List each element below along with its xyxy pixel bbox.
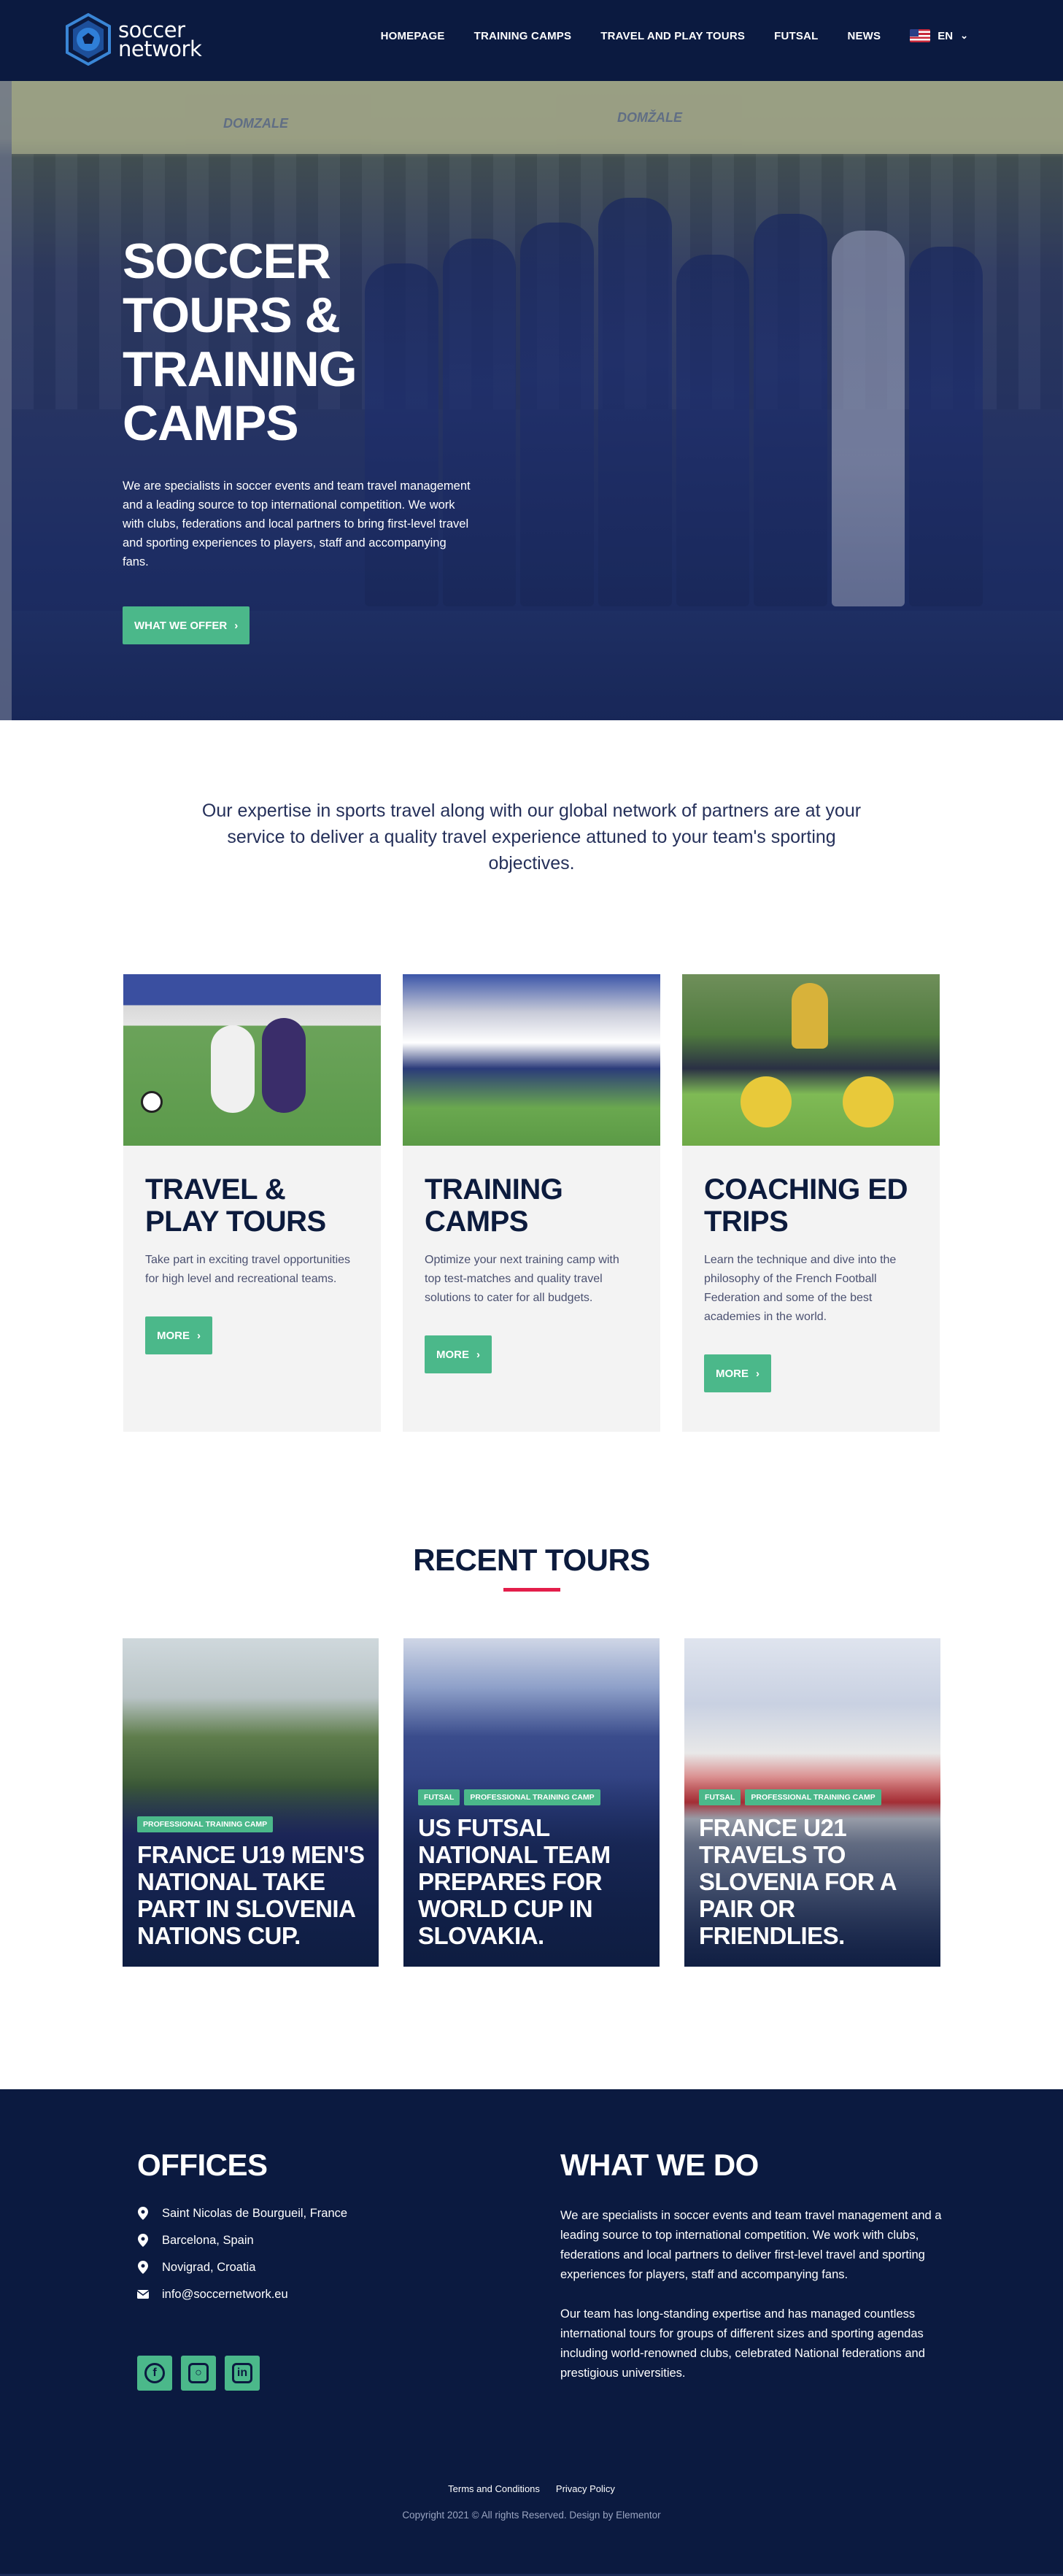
card-text: Learn the technique and dive into the ph… xyxy=(704,1254,897,1323)
offices-column: OFFICES Saint Nicolas de Bourgueil, Fran… xyxy=(137,2148,502,2391)
card-text: Optimize your next training camp with to… xyxy=(425,1254,619,1304)
card-body: COACHING ED TRIPS Learn the technique an… xyxy=(682,1146,940,1392)
hero-description: We are specialists in soccer events and … xyxy=(123,479,471,568)
site-header: soccer network HOMEPAGE TRAINING CAMPS T… xyxy=(0,0,1063,81)
services-section: TRAVEL & PLAY TOURS Take part in excitin… xyxy=(0,974,1063,1432)
what-we-offer-button[interactable]: WHAT WE OFFER › xyxy=(123,606,250,644)
card-title: TRAINING CAMPS xyxy=(425,1173,563,1238)
linkedin-icon: in xyxy=(232,2363,252,2383)
tour-card[interactable]: FUTSAL PROFESSIONAL TRAINING CAMP FRANCE… xyxy=(684,1638,940,1967)
main-nav: HOMEPAGE TRAINING CAMPS TRAVEL AND PLAY … xyxy=(381,29,968,42)
tag-futsal[interactable]: FUTSAL xyxy=(699,1789,741,1805)
recent-tours-title: RECENT TOURS xyxy=(413,1543,650,1577)
nav-futsal[interactable]: FUTSAL xyxy=(774,30,818,42)
tour-content: PROFESSIONAL TRAINING CAMP FRANCE U19 ME… xyxy=(137,1816,366,1949)
hero-title: SOCCER TOURS & TRAINING CAMPS xyxy=(123,234,357,451)
tour-title[interactable]: US FUTSAL NATIONAL TEAM PREPARES FOR WOR… xyxy=(418,1814,646,1949)
tour-tags: FUTSAL PROFESSIONAL TRAINING CAMP xyxy=(699,1789,927,1805)
tour-title[interactable]: FRANCE U19 MEN'S NATIONAL TAKE PART IN S… xyxy=(137,1841,366,1949)
title-underline xyxy=(503,1588,560,1592)
privacy-link[interactable]: Privacy Policy xyxy=(556,2483,615,2494)
list-item: Saint Nicolas de Bourgueil, France xyxy=(137,2206,502,2221)
facebook-icon: f xyxy=(144,2363,165,2383)
office-list: Saint Nicolas de Bourgueil, France Barce… xyxy=(137,2206,502,2302)
what-we-do-title: WHAT WE DO xyxy=(560,2148,759,2182)
hero-section: DOMZALE DOMŽALE SOCCER TOURS & TRAINING … xyxy=(0,81,1063,720)
instagram-button[interactable]: ○ xyxy=(181,2356,216,2391)
nav-news[interactable]: NEWS xyxy=(847,30,881,42)
service-card-training-camps: TRAINING CAMPS Optimize your next traini… xyxy=(403,974,660,1432)
footer-links: Terms and Conditions Privacy Policy xyxy=(0,2483,1063,2494)
star-figure xyxy=(741,1076,792,1127)
tours-grid: PROFESSIONAL TRAINING CAMP FRANCE U19 ME… xyxy=(0,1638,1063,1967)
tag-professional-training-camp[interactable]: PROFESSIONAL TRAINING CAMP xyxy=(137,1816,274,1832)
site-footer: OFFICES Saint Nicolas de Bourgueil, Fran… xyxy=(0,2089,1063,2576)
travel-play-image xyxy=(123,974,381,1146)
list-item: Novigrad, Croatia xyxy=(137,2260,502,2275)
nav-training-camps[interactable]: TRAINING CAMPS xyxy=(474,30,572,42)
email-link[interactable]: info@soccernetwork.eu xyxy=(162,2287,288,2302)
chevron-right-icon: › xyxy=(234,619,239,632)
player-figure xyxy=(262,1018,306,1113)
card-text: Take part in exciting travel opportuniti… xyxy=(145,1254,351,1285)
coaching-ed-image xyxy=(682,974,940,1146)
what-we-do-paragraph: Our team has long-standing expertise and… xyxy=(560,2307,925,2380)
us-flag-icon xyxy=(910,29,931,42)
list-item: Barcelona, Spain xyxy=(137,2233,502,2248)
site-logo[interactable]: soccer network xyxy=(66,13,202,66)
map-pin-icon xyxy=(137,2234,149,2247)
chevron-down-icon: ⌄ xyxy=(960,30,968,41)
more-button[interactable]: MORE › xyxy=(704,1354,771,1392)
soccer-ball-icon xyxy=(141,1091,163,1113)
star-figure xyxy=(843,1076,894,1127)
soccer-ball-shield-icon xyxy=(66,13,111,66)
card-title: TRAVEL & PLAY TOURS xyxy=(145,1173,326,1238)
tour-card[interactable]: FUTSAL PROFESSIONAL TRAINING CAMP US FUT… xyxy=(403,1638,660,1967)
chevron-right-icon: › xyxy=(476,1348,480,1361)
language-selector[interactable]: EN ⌄ xyxy=(910,29,968,42)
player-figure xyxy=(211,1025,255,1113)
more-button[interactable]: MORE › xyxy=(425,1335,492,1373)
social-links: f ○ in xyxy=(137,2356,502,2391)
linkedin-button[interactable]: in xyxy=(225,2356,260,2391)
logo-wordmark: soccer network xyxy=(118,18,202,61)
chevron-right-icon: › xyxy=(756,1367,759,1380)
card-body: TRAINING CAMPS Optimize your next traini… xyxy=(403,1146,660,1373)
map-pin-icon xyxy=(137,2207,149,2220)
nav-travel-and-play-tours[interactable]: TRAVEL AND PLAY TOURS xyxy=(600,30,745,42)
more-button[interactable]: MORE › xyxy=(145,1316,212,1354)
service-card-travel-play: TRAVEL & PLAY TOURS Take part in excitin… xyxy=(123,974,381,1432)
tour-tags: FUTSAL PROFESSIONAL TRAINING CAMP xyxy=(418,1789,646,1805)
tour-content: FUTSAL PROFESSIONAL TRAINING CAMP FRANCE… xyxy=(699,1789,927,1949)
copyright-text: Copyright 2021 © All rights Reserved. De… xyxy=(402,2510,661,2521)
offices-title: OFFICES xyxy=(137,2148,268,2182)
tour-tags: PROFESSIONAL TRAINING CAMP xyxy=(137,1816,366,1832)
recent-tours-section: RECENT TOURS PROFESSIONAL TRAINING CAMP … xyxy=(0,1543,1063,1967)
list-item: info@soccernetwork.eu xyxy=(137,2287,502,2302)
intro-section: Our expertise in sports travel along wit… xyxy=(0,720,1063,876)
nav-homepage[interactable]: HOMEPAGE xyxy=(381,30,445,42)
tour-content: FUTSAL PROFESSIONAL TRAINING CAMP US FUT… xyxy=(418,1789,646,1949)
tag-professional-training-camp[interactable]: PROFESSIONAL TRAINING CAMP xyxy=(745,1789,881,1805)
envelope-icon xyxy=(137,2290,149,2299)
map-pin-icon xyxy=(137,2261,149,2274)
card-body: TRAVEL & PLAY TOURS Take part in excitin… xyxy=(123,1146,381,1354)
hero-content: SOCCER TOURS & TRAINING CAMPS We are spe… xyxy=(123,234,473,644)
intro-text: Our expertise in sports travel along wit… xyxy=(201,801,862,874)
facebook-button[interactable]: f xyxy=(137,2356,172,2391)
chevron-right-icon: › xyxy=(197,1329,201,1342)
trophy-figure xyxy=(792,983,828,1049)
language-label: EN xyxy=(938,29,954,42)
instagram-icon: ○ xyxy=(188,2363,209,2383)
terms-link[interactable]: Terms and Conditions xyxy=(448,2483,540,2494)
training-camps-image xyxy=(403,974,660,1146)
what-we-do-column: WHAT WE DO We are specialists in soccer … xyxy=(560,2148,947,2383)
tour-title[interactable]: FRANCE U21 TRAVELS TO SLOVENIA FOR A PAI… xyxy=(699,1814,927,1949)
tag-futsal[interactable]: FUTSAL xyxy=(418,1789,460,1805)
card-title: COACHING ED TRIPS xyxy=(704,1173,908,1238)
service-card-coaching-ed: COACHING ED TRIPS Learn the technique an… xyxy=(682,974,940,1432)
tour-card[interactable]: PROFESSIONAL TRAINING CAMP FRANCE U19 ME… xyxy=(123,1638,379,1967)
tag-professional-training-camp[interactable]: PROFESSIONAL TRAINING CAMP xyxy=(464,1789,600,1805)
what-we-do-paragraph: We are specialists in soccer events and … xyxy=(560,2209,942,2281)
